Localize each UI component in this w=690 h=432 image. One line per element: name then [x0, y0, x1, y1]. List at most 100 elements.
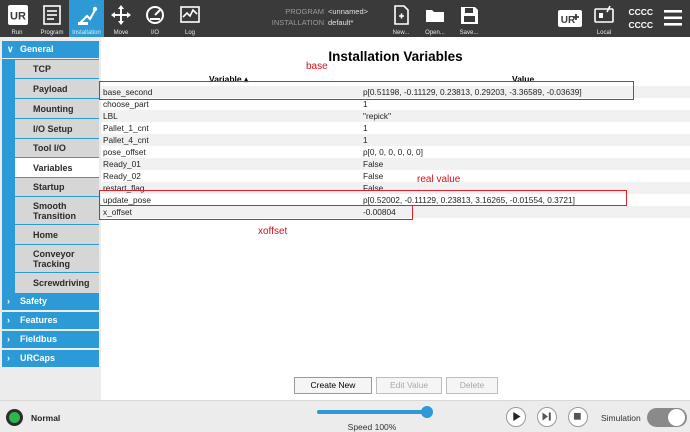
tab-installation-label: Installation [72, 30, 101, 36]
program-key: PROGRAM [285, 7, 324, 16]
annotation-real-value-label: real value [417, 174, 461, 185]
speed-slider-handle[interactable] [421, 406, 433, 418]
sidebar-item-tcp[interactable]: TCP [15, 60, 99, 78]
open-folder-icon [426, 10, 444, 22]
delete-button[interactable]: Delete [446, 377, 498, 394]
sidebar-item-label: Screwdriving [33, 278, 90, 288]
program-icon [43, 5, 61, 25]
variable-value: False [363, 171, 384, 181]
variable-name: choose_part [103, 99, 149, 109]
sidebar-item-screwdriving[interactable]: Screwdriving [15, 273, 99, 293]
simulation-toggle[interactable] [647, 408, 687, 427]
speed-slider[interactable] [317, 406, 433, 418]
tab-io-label: I/O [150, 30, 159, 36]
table-row[interactable]: Pallet_1_cnt 1 [101, 122, 690, 134]
local-button[interactable]: Local [591, 0, 617, 37]
sidebar-category-general-label: General [20, 44, 54, 54]
variable-name: pose_offset [103, 147, 146, 157]
stop-icon [573, 412, 581, 420]
sidebar-item-smooth-transition[interactable]: Smooth Transition [15, 197, 99, 224]
simulation-label: Simulation [601, 413, 641, 423]
save-icon [461, 7, 478, 24]
main-panel: Installation Variables Variable ▴ Value … [99, 37, 690, 400]
chevron-right-icon: › [7, 334, 10, 344]
table-row[interactable]: LBL "repick" [101, 110, 690, 122]
chevron-right-icon: › [7, 353, 10, 363]
urplus-icon: UR [558, 10, 582, 27]
program-name: <unnamed> [328, 7, 369, 16]
sidebar-item-label: TCP [33, 64, 51, 74]
sidebar-item-tool-io[interactable]: Tool I/O [15, 139, 99, 157]
sidebar-item-label: I/O Setup [33, 123, 73, 134]
sidebar-category-fieldbus-label: Fieldbus [20, 334, 58, 344]
sidebar-item-label: Smooth Transition [33, 200, 77, 221]
sidebar-item-label: Home [33, 229, 59, 240]
sidebar-item-mounting[interactable]: Mounting [15, 99, 99, 118]
variable-name: Pallet_4_cnt [103, 135, 149, 145]
sidebar-item-conveyor-tracking[interactable]: Conveyor Tracking [15, 245, 99, 272]
tab-io[interactable]: I/O [140, 0, 170, 37]
robot-name-2: CCCC [628, 20, 653, 30]
sidebar-category-fieldbus[interactable]: › Fieldbus [2, 331, 99, 348]
stop-button[interactable] [568, 407, 588, 427]
tab-log[interactable]: Log [174, 0, 206, 37]
speed-slider-fill [317, 410, 427, 414]
sidebar-item-label: Tool I/O [33, 143, 66, 153]
sidebar-item-startup[interactable]: Startup [15, 178, 99, 196]
tab-installation[interactable]: Installation [69, 0, 104, 37]
save-button[interactable]: Save... [456, 0, 482, 37]
table-row[interactable]: Pallet_4_cnt 1 [101, 134, 690, 146]
tab-program[interactable]: Program [36, 0, 68, 37]
open-button-label: Open... [425, 30, 445, 36]
table-row[interactable]: Ready_02 False [101, 170, 690, 182]
open-button[interactable]: Open... [422, 0, 448, 37]
tab-run-label: Run [11, 30, 23, 36]
sidebar-item-io-setup[interactable]: I/O Setup [15, 119, 99, 138]
log-icon [180, 6, 200, 23]
sidebar-category-urcaps-label: URCaps [20, 353, 56, 363]
installation-icon [77, 6, 97, 25]
tab-run[interactable]: Run [0, 0, 34, 37]
installation-key: INSTALLATION [271, 18, 324, 27]
robot-status-icon[interactable] [6, 409, 23, 426]
step-button[interactable] [537, 407, 557, 427]
sidebar-item-label: Startup [33, 182, 65, 192]
sidebar-category-general[interactable]: ∨ General [2, 41, 99, 58]
page-title: Installation Variables [328, 49, 463, 64]
menu-button[interactable] [660, 0, 686, 37]
sidebar-item-variables[interactable]: Variables [15, 158, 99, 177]
step-icon [542, 412, 551, 421]
urplus-button[interactable]: UR [555, 0, 585, 37]
variable-name: Ready_02 [103, 171, 141, 181]
hamburger-menu-icon [664, 10, 682, 26]
sidebar-category-features[interactable]: › Features [2, 312, 99, 329]
robot-status-text: Normal [31, 413, 61, 423]
chevron-down-icon: ∨ [7, 44, 14, 54]
bottom-bar: Normal Speed 100% Simulation [0, 400, 690, 432]
table-row[interactable]: Ready_01 False [101, 158, 690, 170]
variable-value: 1 [363, 99, 368, 109]
play-button[interactable] [506, 407, 526, 427]
tab-move-label: Move [113, 30, 129, 36]
variable-value: "repick" [363, 111, 392, 121]
chevron-right-icon: › [7, 315, 10, 325]
new-button[interactable]: New... [389, 0, 413, 37]
speed-label: Speed 100% [347, 422, 397, 432]
local-label: Local [596, 30, 612, 36]
sidebar-category-safety[interactable]: › Safety [2, 293, 99, 310]
table-row[interactable]: pose_offset p[0, 0, 0, 0, 0, 0] [101, 146, 690, 158]
tab-move[interactable]: Move [106, 0, 136, 37]
sidebar-category-urcaps[interactable]: › URCaps [2, 350, 99, 367]
variable-name: LBL [103, 111, 118, 121]
sidebar-item-payload[interactable]: Payload [15, 79, 99, 98]
create-new-button[interactable]: Create New [294, 377, 372, 394]
variable-value: 1 [363, 123, 368, 133]
new-button-label: New... [392, 30, 410, 36]
edit-value-button[interactable]: Edit Value [376, 377, 442, 394]
sidebar-category-features-label: Features [20, 315, 58, 325]
variable-value: 1 [363, 135, 368, 145]
move-icon [111, 5, 131, 25]
annotation-base-label: base [306, 61, 328, 72]
sidebar-item-home[interactable]: Home [15, 225, 99, 244]
top-bar: UR Run Program Installation Move I/O Log… [0, 0, 690, 37]
